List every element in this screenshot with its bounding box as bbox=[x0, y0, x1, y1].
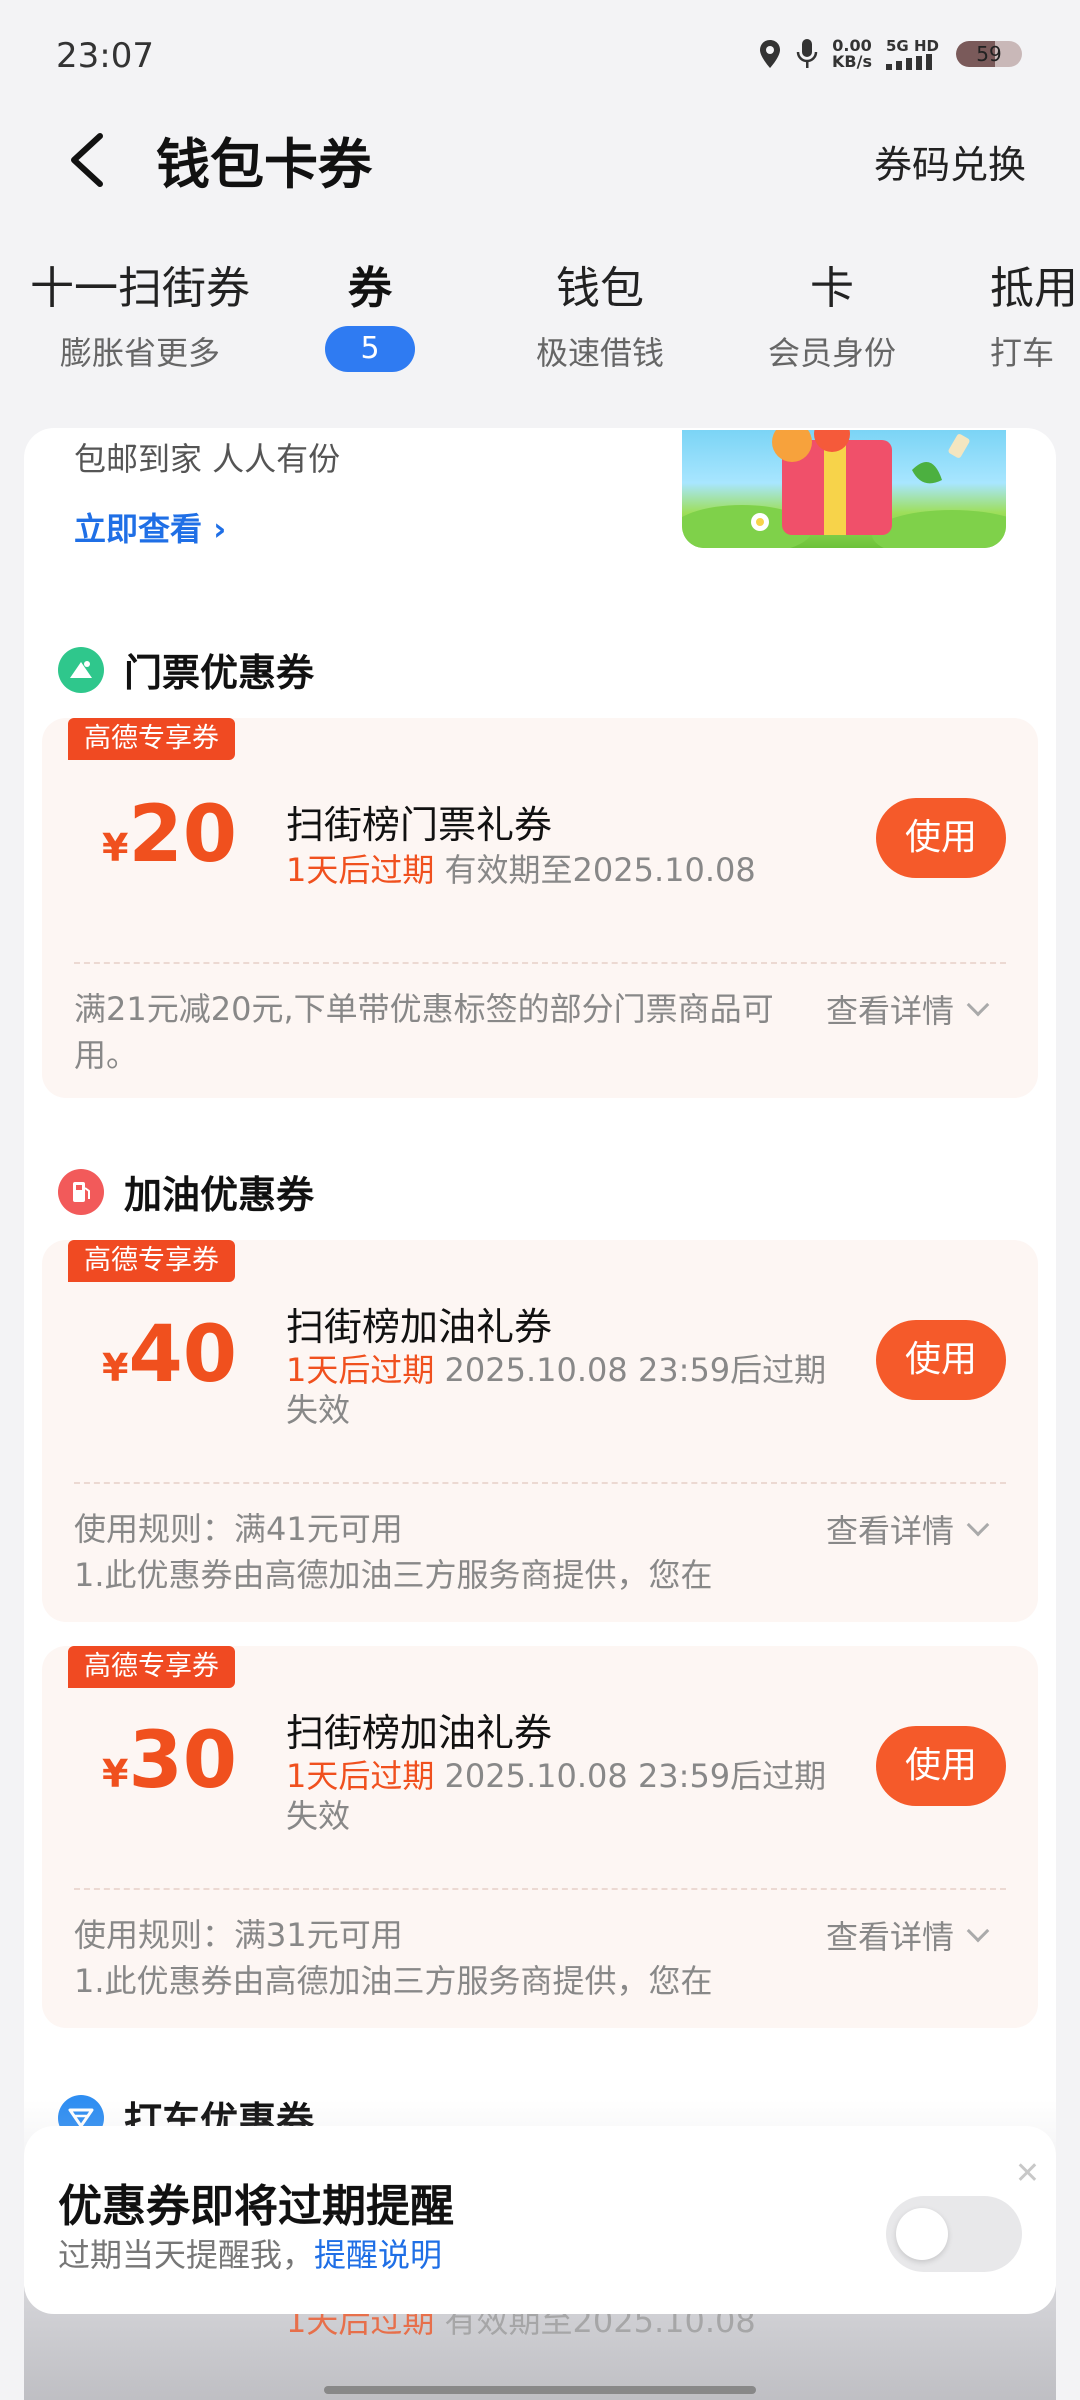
amount-value: 20 bbox=[128, 790, 237, 880]
signal-indicator: 5G HD bbox=[886, 38, 942, 70]
ticket-icon bbox=[58, 646, 104, 693]
tab-title: 抵用 bbox=[990, 263, 1078, 314]
tab-title: 券 bbox=[348, 263, 392, 314]
divider bbox=[74, 962, 1006, 964]
chevron-down-icon bbox=[966, 1919, 990, 1943]
coupon-amount: ¥20 bbox=[102, 790, 237, 880]
tab-title: 卡 bbox=[810, 263, 854, 314]
chevron-down-icon bbox=[966, 1513, 990, 1537]
tab-subtitle: 极速借钱 bbox=[535, 334, 664, 372]
expire-soon-label: 1天后过期 bbox=[286, 1351, 435, 1389]
promo-link-label: 立即查看 bbox=[74, 510, 203, 548]
use-button[interactable]: 使用 bbox=[876, 1726, 1006, 1806]
expire-soon-label: 1天后过期 bbox=[286, 851, 435, 889]
tab-wallet[interactable]: 钱包 极速借钱 bbox=[520, 252, 680, 374]
expire-date: 有效期至2025.10.08 bbox=[444, 851, 756, 889]
reminder-toggle[interactable] bbox=[886, 2196, 1022, 2272]
coupon-rule: 使用规则：满41元可用 bbox=[74, 1510, 403, 1548]
tab-coupons[interactable]: 券 5 bbox=[310, 252, 430, 372]
page-title: 钱包卡券 bbox=[156, 133, 372, 196]
divider bbox=[74, 1482, 1006, 1484]
coupon-amount: ¥40 bbox=[102, 1310, 237, 1400]
exclusive-tag: 高德专享券 bbox=[68, 1240, 235, 1282]
section-title: 加油优惠券 bbox=[124, 1173, 315, 1217]
use-button[interactable]: 使用 bbox=[876, 798, 1006, 878]
net-speed: 0.00 KB/s bbox=[832, 36, 872, 71]
details-label: 查看详情 bbox=[826, 1512, 955, 1550]
location-icon bbox=[760, 40, 781, 68]
coupon-rule-detail: 1.此优惠券由高德加油三方服务商提供，您在 bbox=[74, 1556, 713, 1594]
view-details-button[interactable]: 查看详情 bbox=[826, 1506, 990, 1552]
clock: 23:07 bbox=[56, 36, 154, 76]
exclusive-tag: 高德专享券 bbox=[68, 718, 235, 760]
use-button[interactable]: 使用 bbox=[876, 1320, 1006, 1400]
chevron-down-icon bbox=[966, 993, 990, 1017]
coupon-amount: ¥30 bbox=[102, 1716, 237, 1806]
tab-title: 十一扫街券 bbox=[30, 263, 250, 314]
section-title: 门票优惠券 bbox=[124, 651, 315, 695]
app-header: 钱包卡券 券码兑换 bbox=[0, 110, 1080, 210]
amount-value: 40 bbox=[128, 1310, 237, 1400]
coupon-expiry: 1天后过期 2025.10.08 23:59后过期失效 bbox=[286, 1756, 846, 1836]
currency-symbol: ¥ bbox=[102, 826, 129, 870]
fuel-pump-icon bbox=[58, 1168, 104, 1215]
tab-subtitle: 膨胀省更多 bbox=[59, 334, 220, 372]
currency-symbol: ¥ bbox=[102, 1752, 129, 1796]
gift-box-illustration bbox=[682, 430, 1006, 548]
reminder-subtitle: 过期当天提醒我，提醒说明 bbox=[58, 2230, 442, 2276]
coupon-count-badge: 5 bbox=[325, 326, 415, 372]
status-icons: 0.00 KB/s 5G HD 59 bbox=[758, 38, 1022, 70]
coupon-rule: 使用规则：满31元可用 bbox=[74, 1916, 403, 1954]
signal-icon bbox=[886, 54, 932, 70]
currency-symbol: ¥ bbox=[102, 1346, 129, 1390]
promo-view-link[interactable]: 立即查看 › bbox=[74, 504, 226, 550]
coupon-name: 扫街榜门票礼券 bbox=[286, 803, 553, 847]
home-indicator[interactable] bbox=[324, 2386, 756, 2394]
view-details-button[interactable]: 查看详情 bbox=[826, 986, 990, 1032]
microphone-icon bbox=[796, 39, 818, 68]
redeem-code-button[interactable]: 券码兑换 bbox=[874, 134, 1026, 189]
section-ticket-coupons: 门票优惠券 bbox=[58, 642, 314, 697]
coupon-rule-detail: 1.此优惠券由高德加油三方服务商提供，您在 bbox=[74, 1962, 713, 2000]
divider bbox=[74, 1888, 1006, 1890]
expire-soon-label: 1天后过期 bbox=[286, 1757, 435, 1795]
amount-value: 30 bbox=[128, 1716, 237, 1806]
chevron-left-icon[interactable] bbox=[62, 130, 112, 190]
tab-subtitle: 会员身份 bbox=[767, 334, 896, 372]
expiry-reminder-bar: ✕ 优惠券即将过期提醒 过期当天提醒我，提醒说明 bbox=[24, 2126, 1056, 2314]
reminder-info-link[interactable]: 提醒说明 bbox=[314, 2236, 442, 2274]
chevron-right-icon: › bbox=[213, 510, 227, 548]
details-label: 查看详情 bbox=[826, 1918, 955, 1956]
view-details-button[interactable]: 查看详情 bbox=[826, 1912, 990, 1958]
coupon-rule: 满21元减20元,下单带优惠标签的部分门票商品可用。 bbox=[74, 990, 774, 1074]
tab-bar: 十一扫街券 膨胀省更多 券 5 钱包 极速借钱 卡 会员身份 抵用 打车 bbox=[0, 252, 1080, 382]
tab-cards[interactable]: 卡 会员身份 bbox=[752, 252, 912, 374]
coupon-expiry: 1天后过期 2025.10.08 23:59后过期失效 bbox=[286, 1350, 846, 1430]
coupon-expiry: 1天后过期 有效期至2025.10.08 bbox=[286, 850, 846, 890]
toggle-knob bbox=[896, 2208, 948, 2260]
reminder-title: 优惠券即将过期提醒 bbox=[58, 2181, 454, 2232]
close-icon[interactable]: ✕ bbox=[1015, 2156, 1040, 2191]
tab-vouchers[interactable]: 抵用 打车 bbox=[990, 252, 1080, 374]
tab-subtitle: 打车 bbox=[990, 334, 1055, 372]
coupon-name: 扫街榜加油礼券 bbox=[286, 1711, 553, 1755]
status-bar: 23:07 0.00 KB/s 5G HD 59 bbox=[0, 0, 1080, 110]
details-label: 查看详情 bbox=[826, 992, 955, 1030]
reminder-text: 过期当天提醒我， bbox=[58, 2236, 315, 2274]
promo-subtitle: 包邮到家 人人有份 bbox=[74, 440, 341, 478]
section-fuel-coupons: 加油优惠券 bbox=[58, 1164, 314, 1219]
battery-indicator: 59 bbox=[956, 41, 1022, 67]
coupon-name: 扫街榜加油礼券 bbox=[286, 1305, 553, 1349]
tab-promo[interactable]: 十一扫街券 膨胀省更多 bbox=[22, 252, 258, 374]
exclusive-tag: 高德专享券 bbox=[68, 1646, 235, 1688]
tab-title: 钱包 bbox=[556, 263, 644, 314]
